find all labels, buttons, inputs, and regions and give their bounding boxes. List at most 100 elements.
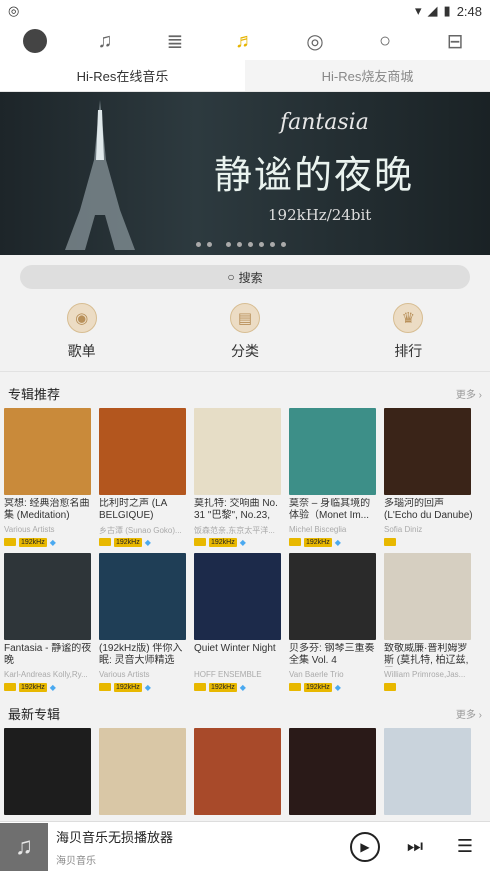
category-label: 分类 <box>230 343 259 359</box>
album-card[interactable]: 冥想: 经典治愈名曲集 (Meditation) Various Artists 1… <box>4 408 94 547</box>
album-title: 多瑙河的回声 (L'Echo du Danube) <box>384 498 473 521</box>
playlist-shortcut[interactable]: ◉ 歌单 <box>32 303 132 361</box>
album-cover[interactable] <box>99 553 186 640</box>
category-shortcut[interactable]: ▤ 分类 <box>195 303 295 361</box>
hires-badge-icon <box>384 683 396 691</box>
user-avatar-icon[interactable] <box>20 26 50 56</box>
album-card[interactable]: Quiet Winter Night HOFF ENSEMBLE 192kHz ◆ <box>194 553 284 692</box>
next-icon: ⏭ <box>406 836 424 856</box>
pager-dot[interactable] <box>207 242 212 247</box>
search-icon[interactable]: ○ <box>370 26 400 56</box>
album-cover[interactable] <box>384 728 471 815</box>
album-card[interactable]: 比利时之声 (LA BELGIQUE) 乡古潭 (Sunao Goko)... 19… <box>99 408 189 547</box>
sample-rate-badge: 192kHz <box>209 682 237 692</box>
playlist-label: 歌单 <box>67 343 96 359</box>
sample-rate-badge: 192kHz <box>114 682 142 692</box>
ranking-shortcut[interactable]: ♛ 排行 <box>358 303 458 361</box>
vinyl-disc-icon[interactable]: ◎ <box>300 26 330 56</box>
playlist-icon[interactable]: ≣ <box>160 26 190 56</box>
search-bar[interactable]: ○ 搜索 <box>20 265 470 289</box>
album-title: 莫扎特: 交响曲 No. 31 "巴黎", No.23, N... <box>194 498 278 521</box>
next-button[interactable]: ⏭ <box>390 836 440 857</box>
sample-rate-badge: 192kHz <box>19 537 47 547</box>
tab-hires-store[interactable]: Hi-Res烧友商城 <box>245 60 490 91</box>
sample-rate-badge: 192kHz <box>304 537 332 547</box>
tab-hires-online[interactable]: Hi-Res在线音乐 <box>0 60 245 91</box>
album-card[interactable]: 莫扎特: 交响曲 No. 31 "巴黎", No.23, N... 饭森范亲,东京… <box>194 408 284 547</box>
album-cover[interactable] <box>194 408 281 495</box>
album-card[interactable] <box>194 728 284 815</box>
album-cover[interactable] <box>384 553 471 640</box>
album-cover[interactable] <box>4 408 91 495</box>
wifi-icon: ▾ <box>415 3 422 18</box>
clock: 2:48 <box>456 3 482 19</box>
status-bar: ◎ ▾ ◢ ▮ 2:48 <box>0 0 490 22</box>
album-card[interactable]: 致敬威廉·普利姆罗斯 (莫扎特, 柏辽兹, 巴... William Primro… <box>384 553 474 692</box>
pager-dot[interactable] <box>270 242 275 247</box>
album-cover[interactable] <box>99 408 186 495</box>
more-link[interactable]: 更多 › <box>456 386 482 401</box>
latest-header: 最新专辑 更多 › <box>0 698 490 728</box>
album-title: 比利时之声 (LA BELGIQUE) <box>99 498 167 521</box>
album-cover[interactable] <box>289 408 376 495</box>
album-card[interactable] <box>384 728 474 815</box>
search-label: 搜索 <box>238 270 263 285</box>
album-card[interactable] <box>99 728 189 815</box>
play-button[interactable]: ▶ <box>340 831 390 862</box>
album-cover[interactable] <box>194 553 281 640</box>
hires-badge-icon <box>289 538 301 546</box>
diamond-icon: ◆ <box>239 682 246 692</box>
pager-dot[interactable] <box>237 242 242 247</box>
music-note-icon[interactable]: ♫ <box>90 26 120 56</box>
banner-pager <box>196 242 286 247</box>
album-card[interactable] <box>289 728 379 815</box>
quality-tags: 192kHz ◆ <box>194 682 284 692</box>
featured-banner[interactable]: fantasia 静谧的夜晚 192kHz/24bit <box>0 92 490 255</box>
hires-badge-icon <box>4 683 16 691</box>
album-artist: HOFF ENSEMBLE <box>194 670 262 679</box>
mini-player[interactable]: ♫ 海贝音乐无损播放器 海贝音乐 ▶ ⏭ ☰ <box>0 821 490 871</box>
album-cover[interactable] <box>99 728 186 815</box>
album-card[interactable]: Fantasia - 静谧的夜晚 Karl-Andreas Kolly,Ry...… <box>4 553 94 692</box>
pager-dot[interactable] <box>248 242 253 247</box>
album-cover[interactable] <box>289 553 376 640</box>
scan-icon[interactable]: ⊟ <box>440 26 470 56</box>
more-link[interactable]: 更多 › <box>456 706 482 721</box>
album-artist: Michel Bisceglia <box>289 525 347 534</box>
play-icon: ▶ <box>350 831 380 862</box>
quality-tags: 192kHz ◆ <box>99 682 189 692</box>
diamond-icon: ◆ <box>144 682 151 692</box>
pager-dot[interactable] <box>196 242 201 247</box>
album-cover[interactable] <box>194 728 281 815</box>
album-cover[interactable] <box>289 728 376 815</box>
album-cover[interactable] <box>384 408 471 495</box>
album-card[interactable] <box>4 728 94 815</box>
pager-dot[interactable] <box>259 242 264 247</box>
battery-icon: ▮ <box>443 3 451 18</box>
album-cover[interactable] <box>4 728 91 815</box>
pager-dot[interactable] <box>226 242 231 247</box>
album-card[interactable]: 多瑙河的回声 (L'Echo du Danube) Sofia Diniz <box>384 408 474 547</box>
album-card[interactable]: 贝多芬: 钢琴三重奏全集 Vol. 4 Van Baerle Trio 192kHz… <box>289 553 379 692</box>
queue-button[interactable]: ☰ <box>440 836 490 857</box>
no-signal-icon: ◢ <box>427 3 438 18</box>
album-card[interactable]: (192kHz版) 伴你入眠: 灵音大师精选 Various Artists 192… <box>99 553 189 692</box>
sample-rate-badge: 192kHz <box>304 682 332 692</box>
sample-rate-badge: 192kHz <box>114 537 142 547</box>
trophy-icon: ♛ <box>393 303 424 333</box>
album-cover[interactable] <box>4 553 91 640</box>
banner-spec: 192kHz/24bit <box>268 206 372 224</box>
pager-dot[interactable] <box>281 242 286 247</box>
album-artist: William Primrose,Jas... <box>384 670 466 679</box>
album-art-placeholder-icon: ♫ <box>0 822 48 871</box>
section-title: 专辑推荐 <box>8 386 61 402</box>
sub-tabs: Hi-Res在线音乐 Hi-Res烧友商城 <box>0 60 490 92</box>
latest-row <box>0 728 490 815</box>
album-card[interactable]: 莫奈 – 身临其境的体验（Monet Im... Michel Bisceglia… <box>289 408 379 547</box>
diamond-icon: ◆ <box>334 537 341 547</box>
track-artist: 海贝音乐 <box>56 855 96 867</box>
track-title: 海贝音乐无损播放器 <box>56 829 174 845</box>
banner-title-cn: 静谧的夜晚 <box>214 153 415 197</box>
quality-tags <box>384 537 474 547</box>
hires-music-icon[interactable]: ♬ <box>230 26 260 56</box>
